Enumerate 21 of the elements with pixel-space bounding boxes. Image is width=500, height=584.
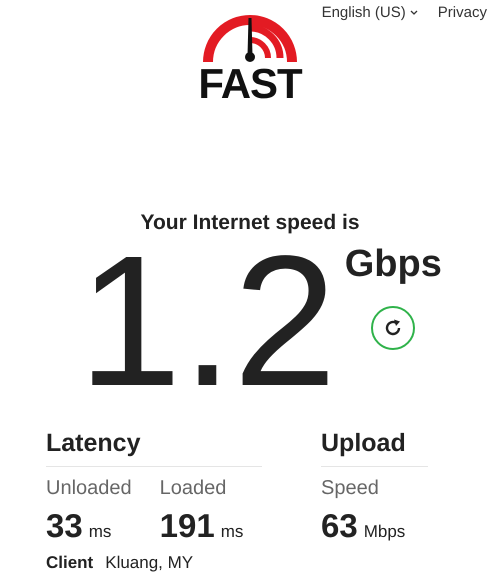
metric-label: Unloaded bbox=[46, 476, 132, 501]
metric-label: Loaded bbox=[160, 476, 228, 501]
client-location: Kluang, MY bbox=[105, 553, 194, 573]
metric-value: 191 bbox=[160, 507, 215, 545]
privacy-link[interactable]: Privacy bbox=[438, 2, 487, 24]
metric-value: 63 bbox=[321, 507, 358, 545]
section-title: Upload bbox=[321, 428, 428, 467]
speed-heading: Your Internet speed is bbox=[140, 210, 360, 236]
language-selector[interactable]: English (US) bbox=[322, 2, 418, 24]
logo-text: FAST bbox=[198, 64, 302, 104]
metric-value: 33 bbox=[46, 507, 83, 545]
speed-value: 1.2 bbox=[78, 242, 337, 402]
section-title: Latency bbox=[46, 428, 262, 467]
speed-unit: Gbps bbox=[344, 242, 442, 286]
chevron-down-icon bbox=[410, 10, 418, 16]
metric-unit: ms bbox=[220, 521, 244, 543]
metric-unit: Mbps bbox=[364, 521, 406, 543]
metric-label: Speed bbox=[321, 476, 380, 501]
refresh-button[interactable] bbox=[371, 306, 416, 350]
metric-unit: ms bbox=[88, 521, 112, 543]
client-label: Client bbox=[46, 553, 94, 573]
